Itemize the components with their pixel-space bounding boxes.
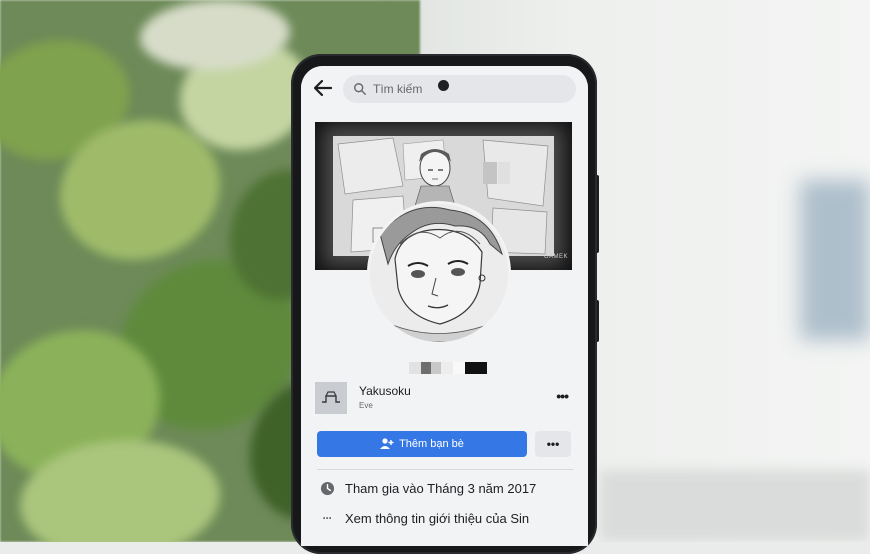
clock-icon — [319, 480, 335, 496]
profile-name-redacted — [409, 362, 487, 374]
avatar-illustration — [370, 204, 508, 342]
cover-watermark: GAMEK — [543, 254, 568, 260]
more-dots-icon: ··· — [322, 511, 333, 525]
add-friend-button[interactable]: Thêm bạn bè — [317, 431, 527, 457]
add-friend-label: Thêm bạn bè — [399, 438, 464, 450]
music-more-button[interactable]: ••• — [556, 388, 569, 404]
music-artist: Eve — [359, 401, 373, 410]
more-options-button[interactable]: ••• — [535, 431, 571, 457]
profile-music[interactable]: Yakusoku Eve ••• — [315, 382, 574, 422]
background-shelf — [600, 470, 870, 542]
see-about-text[interactable]: Xem thông tin giới thiệu của Sin — [345, 511, 529, 526]
front-camera — [438, 80, 449, 91]
see-about-row[interactable]: ··· Xem thông tin giới thiệu của Sin — [319, 510, 530, 526]
search-icon — [354, 83, 366, 95]
add-friend-icon — [380, 438, 394, 449]
facebook-profile-screen: Tìm kiếm GAMEK Yakusoku Eve ••• Thêm bạn… — [301, 66, 588, 546]
background-object — [800, 180, 870, 340]
music-note-icon — [322, 391, 340, 403]
joined-date-text: Tham gia vào Tháng 3 năm 2017 — [345, 480, 537, 496]
profile-avatar[interactable] — [367, 201, 511, 345]
divider — [317, 469, 573, 470]
back-arrow-icon[interactable] — [311, 76, 335, 100]
search-input[interactable]: Tìm kiếm — [343, 75, 576, 103]
phone-frame: Tìm kiếm GAMEK Yakusoku Eve ••• Thêm bạn… — [291, 54, 597, 554]
music-title: Yakusoku — [359, 384, 411, 398]
search-placeholder: Tìm kiếm — [373, 82, 423, 96]
music-thumbnail — [315, 382, 347, 414]
joined-date-row: Tham gia vào Tháng 3 năm 2017 — [319, 480, 536, 496]
